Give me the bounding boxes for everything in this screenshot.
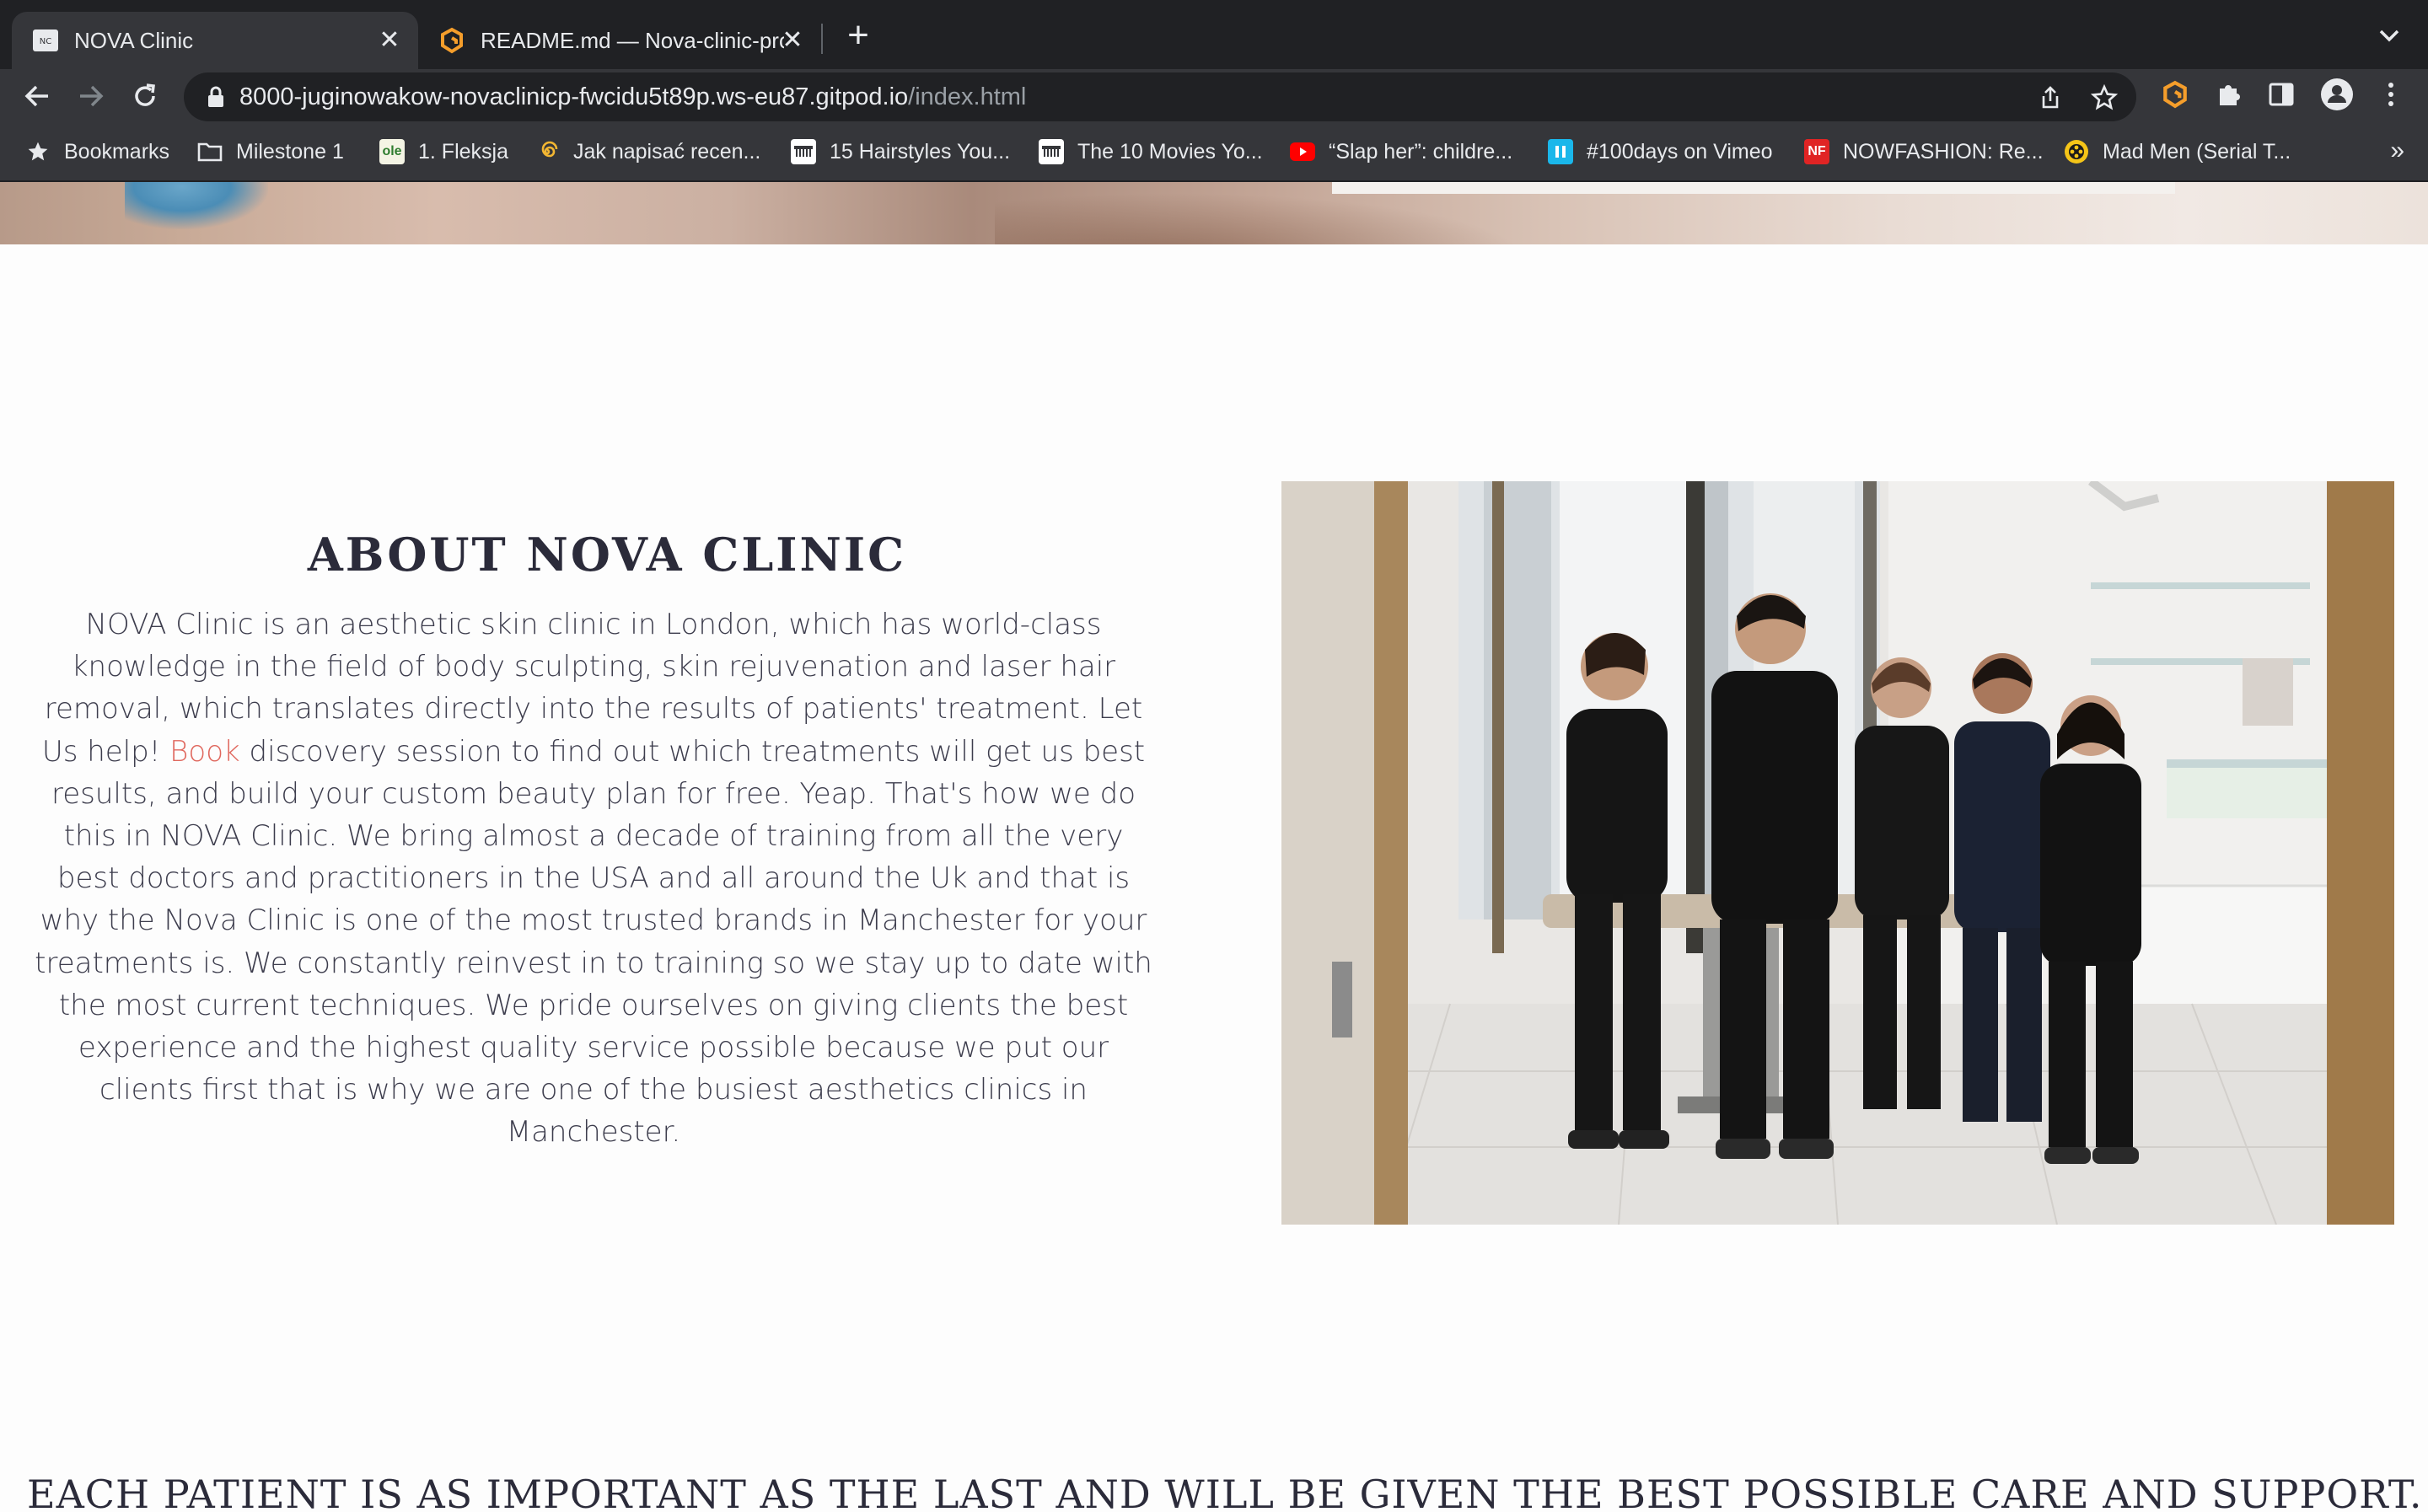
tagline-heading: EACH PATIENT IS AS IMPORTANT AS THE LAST… <box>27 1472 2428 1512</box>
nf-icon: NF <box>1804 139 1829 164</box>
browser-toolbar: 8000-juginowakow-novaclinicp-fwcidu5t89p… <box>0 69 2428 123</box>
bookmark-nowfashion[interactable]: NF NOWFASHION: Re... <box>1804 135 2044 169</box>
share-icon[interactable] <box>2035 83 2065 113</box>
url-host: 8000-juginowakow-novaclinicp-fwcidu5t89p… <box>239 83 909 110</box>
bookmarks-bar: Bookmarks Milestone 1 ole 1. Fleksja Jak… <box>0 123 2428 182</box>
bookmark-label: Milestone 1 <box>236 139 344 164</box>
url-text[interactable]: 8000-juginowakow-novaclinicp-fwcidu5t89p… <box>239 72 1026 121</box>
bookmark-movies[interactable]: The 10 Movies Yo... <box>1039 135 1263 169</box>
ole-icon: ole <box>379 139 405 164</box>
tab-divider <box>821 24 823 54</box>
bookmark-slap-her[interactable]: “Slap her”: childre... <box>1290 135 1512 169</box>
hero-overlay-panel <box>1332 182 2175 194</box>
close-tab-icon[interactable]: ✕ <box>376 27 403 54</box>
bookmark-star-icon[interactable] <box>2089 83 2119 113</box>
bookmark-label: NOWFASHION: Re... <box>1843 139 2044 164</box>
spiral-icon <box>534 139 560 164</box>
tab-title: NOVA Clinic <box>74 27 194 53</box>
bookmark-hairstyles[interactable]: 15 Hairstyles You... <box>791 135 1010 169</box>
about-heading: ABOUT NOVA CLINIC <box>307 528 907 582</box>
bookmark-label: Bookmarks <box>64 139 170 164</box>
reload-icon[interactable] <box>128 79 162 113</box>
hero-image <box>0 182 2428 244</box>
puzzle-extensions-icon[interactable] <box>2212 78 2246 111</box>
bookmark-label: Mad Men (Serial T... <box>2103 139 2291 164</box>
close-tab-icon[interactable]: ✕ <box>779 27 806 54</box>
folder-icon <box>197 139 223 164</box>
tab-readme[interactable]: README.md — Nova-clinic-pro ✕ <box>418 12 821 69</box>
side-panel-icon[interactable] <box>2264 78 2298 111</box>
bookmark-label: 15 Hairstyles You... <box>830 139 1011 164</box>
bookmark-bookmarks[interactable]: Bookmarks <box>25 135 169 169</box>
tab-nova-clinic[interactable]: NC NOVA Clinic ✕ <box>12 12 418 69</box>
chevron-down-icon[interactable] <box>2374 20 2404 51</box>
comb-icon <box>1039 139 1064 164</box>
address-bar[interactable]: 8000-juginowakow-novaclinicp-fwcidu5t89p… <box>184 72 2136 121</box>
bookmark-label: #100days on Vimeo <box>1587 139 1773 164</box>
more-menu-icon[interactable] <box>2374 78 2408 111</box>
bookmark-label: 1. Fleksja <box>418 139 508 164</box>
lock-icon[interactable] <box>206 86 226 108</box>
new-tab-button[interactable]: + <box>841 17 875 54</box>
team-photo-illustration <box>1281 481 2394 1225</box>
page-content: ABOUT NOVA CLINIC NOVA Clinic is an aest… <box>0 182 2428 1512</box>
profile-avatar-icon[interactable] <box>2320 78 2354 111</box>
more-bookmarks-button[interactable]: » <box>2390 137 2404 165</box>
gitpod-extension-icon[interactable] <box>2158 78 2192 111</box>
tab-title: README.md — Nova-clinic-pro <box>481 27 784 53</box>
star-icon <box>25 139 51 164</box>
about-paragraph: NOVA Clinic is an aesthetic skin clinic … <box>29 603 1158 1154</box>
hero-glove-detail <box>125 182 268 229</box>
bookmark-jak-napisac[interactable]: Jak napisać recen... <box>534 135 760 169</box>
bookmark-label: Jak napisać recen... <box>573 139 761 164</box>
clinic-team-photo <box>1281 481 2394 1225</box>
comb-icon <box>791 139 816 164</box>
forward-arrow-icon[interactable] <box>74 79 108 113</box>
bookmark-mad-men[interactable]: Mad Men (Serial T... <box>2064 135 2291 169</box>
bookmark-label: “Slap her”: childre... <box>1329 139 1513 164</box>
url-path: /index.html <box>908 83 1027 110</box>
back-arrow-icon[interactable] <box>20 79 54 113</box>
tab-strip: NC NOVA Clinic ✕ README.md — Nova-clinic… <box>0 0 2428 69</box>
youtube-icon <box>1290 139 1315 164</box>
bookmark-fleksja[interactable]: ole 1. Fleksja <box>379 135 508 169</box>
film-reel-icon <box>2064 139 2089 164</box>
book-link[interactable]: Book <box>169 735 240 769</box>
gitpod-favicon-icon <box>438 27 465 54</box>
bookmark-milestone-1[interactable]: Milestone 1 <box>197 135 344 169</box>
bookmark-label: The 10 Movies Yo... <box>1077 139 1263 164</box>
vimeo-icon <box>1548 139 1573 164</box>
bookmark-vimeo[interactable]: #100days on Vimeo <box>1548 135 1773 169</box>
svg-text:NC: NC <box>40 37 51 46</box>
about-text-end: discovery session to find out which trea… <box>35 734 1152 1150</box>
nova-clinic-favicon-icon: NC <box>32 27 59 54</box>
